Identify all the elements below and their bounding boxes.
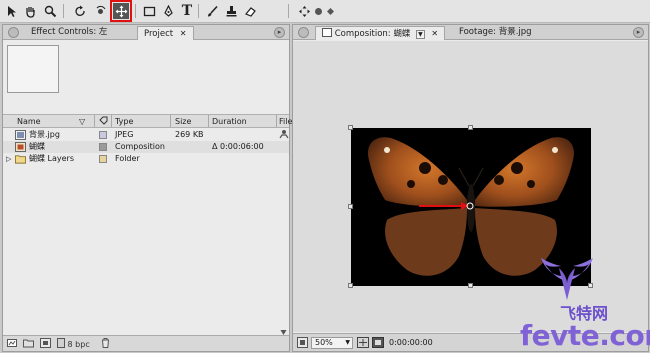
item-type: JPEG <box>115 130 134 139</box>
layer-bound-handle[interactable] <box>348 204 353 209</box>
disclosure-triangle-icon[interactable]: ▷ <box>6 153 11 165</box>
layer-bound-handle[interactable] <box>468 125 473 130</box>
eraser-tool-icon[interactable] <box>242 3 258 19</box>
tab-footage[interactable]: Footage: 背景.jpg <box>453 26 538 40</box>
close-tab-icon[interactable]: ✕ <box>431 29 438 38</box>
column-divider <box>170 115 171 127</box>
toolbar-divider <box>63 4 64 18</box>
tab-composition[interactable]: Composition: 蝴蝶 ▼ ✕ <box>315 26 446 40</box>
column-file[interactable]: File <box>279 116 292 127</box>
delete-trash-icon[interactable] <box>101 338 110 351</box>
column-divider <box>111 115 112 127</box>
column-duration[interactable]: Duration <box>212 116 247 127</box>
item-type: Composition <box>115 142 165 151</box>
hand-tool-icon[interactable] <box>22 3 38 19</box>
new-composition-icon[interactable] <box>40 338 51 351</box>
label-swatch[interactable] <box>99 143 107 151</box>
project-item-row[interactable]: 背景.jpg JPEG 269 KB <box>3 129 289 141</box>
project-status-bar: 8 bpc <box>3 335 289 351</box>
toolbar-divider <box>288 4 289 18</box>
selection-tool-icon[interactable] <box>4 3 20 19</box>
item-duration: Δ 0:00:06:00 <box>212 142 264 151</box>
tab-effect-controls[interactable]: Effect Controls: 左 <box>25 26 113 40</box>
item-name: 蝴蝶 Layers <box>29 154 75 163</box>
pan-behind-tool-icon[interactable] <box>110 0 132 22</box>
always-preview-icon[interactable] <box>297 337 308 351</box>
panel-grip-icon[interactable] <box>8 27 19 38</box>
title-action-safe-icon[interactable] <box>357 337 369 351</box>
chevron-down-icon: ▼ <box>345 339 350 346</box>
zoom-value: 50% <box>315 338 333 347</box>
label-swatch[interactable] <box>99 155 107 163</box>
column-type[interactable]: Type <box>115 116 133 127</box>
brush-tool-icon[interactable] <box>204 3 220 19</box>
layer-bound-handle[interactable] <box>468 283 473 288</box>
label-swatch[interactable] <box>99 131 107 139</box>
project-thumbnail <box>7 45 59 93</box>
toolbar-divider <box>135 4 136 18</box>
pen-tool-icon[interactable] <box>160 3 176 19</box>
label-tag-icon <box>99 116 108 128</box>
zoom-tool-icon[interactable] <box>42 3 58 19</box>
magnification-dropdown[interactable]: 50% ▼ <box>311 337 353 349</box>
composition-icon <box>15 142 26 152</box>
column-size[interactable]: Size <box>175 116 191 127</box>
composition-panel-tabbar: Composition: 蝴蝶 ▼ ✕ Footage: 背景.jpg ▸ <box>293 25 648 40</box>
layer-bound-handle[interactable] <box>348 125 353 130</box>
image-file-icon <box>15 130 26 140</box>
tab-project-label: Project <box>144 29 174 39</box>
type-tool-icon[interactable]: T <box>179 3 195 19</box>
rectangle-mask-tool-icon[interactable] <box>141 3 157 19</box>
interpret-footage-icon[interactable] <box>7 338 17 351</box>
item-type: Folder <box>115 154 140 163</box>
close-tab-icon[interactable]: ✕ <box>180 29 187 38</box>
bpc-toggle[interactable]: 8 bpc <box>57 338 90 350</box>
column-divider <box>208 115 209 127</box>
item-name: 背景.jpg <box>29 130 60 139</box>
mask-visibility-icon[interactable] <box>372 337 384 351</box>
watermark-site: fevte.com <box>520 319 650 352</box>
vertical-scrollbar[interactable] <box>280 130 287 335</box>
folder-icon <box>15 155 26 164</box>
sort-chevron-icon[interactable]: ▽ <box>79 116 85 127</box>
watermark-logo <box>541 258 593 300</box>
toolbar-divider <box>198 4 199 18</box>
project-item-row[interactable]: ▷ 蝴蝶 Layers Folder <box>3 153 289 165</box>
composition-dropdown-chevron-icon[interactable]: ▼ <box>416 30 425 39</box>
project-column-header: Name ▽ Type Size Duration File <box>3 114 292 128</box>
item-size: 269 KB <box>175 130 204 139</box>
panel-menu-icon[interactable]: ▸ <box>633 27 644 38</box>
new-folder-icon[interactable] <box>23 338 34 351</box>
panel-grip-icon[interactable] <box>298 27 309 38</box>
current-time-readout[interactable]: 0:00:00:00 <box>389 337 433 348</box>
column-name[interactable]: Name <box>17 116 41 127</box>
rotation-tool-icon[interactable] <box>72 3 88 19</box>
project-item-row[interactable]: 蝴蝶 Composition Δ 0:00:06:00 <box>3 141 289 153</box>
bpc-label: 8 bpc <box>67 340 90 349</box>
item-name: 蝴蝶 <box>29 142 45 151</box>
project-panel: Effect Controls: 左 Project ✕ ▸ Name ▽ Ty… <box>2 24 292 352</box>
layer-bound-handle[interactable] <box>348 283 353 288</box>
panel-menu-icon[interactable]: ▸ <box>274 27 285 38</box>
orbit-camera-tool-icon[interactable] <box>92 3 108 19</box>
composition-tab-icon <box>322 28 332 37</box>
tools-toolbar: T <box>0 0 650 23</box>
diamond-icon[interactable] <box>322 3 338 19</box>
column-divider <box>94 115 95 127</box>
tab-composition-label: Composition: 蝴蝶 <box>334 29 411 39</box>
column-divider <box>276 115 277 127</box>
clone-stamp-tool-icon[interactable] <box>223 3 239 19</box>
tab-effect-controls-label: Effect Controls: 左 <box>31 27 108 37</box>
tab-project[interactable]: Project ✕ <box>137 26 194 40</box>
tab-footage-label: Footage: 背景.jpg <box>459 27 532 37</box>
project-panel-tabbar: Effect Controls: 左 Project ✕ ▸ <box>3 25 289 40</box>
